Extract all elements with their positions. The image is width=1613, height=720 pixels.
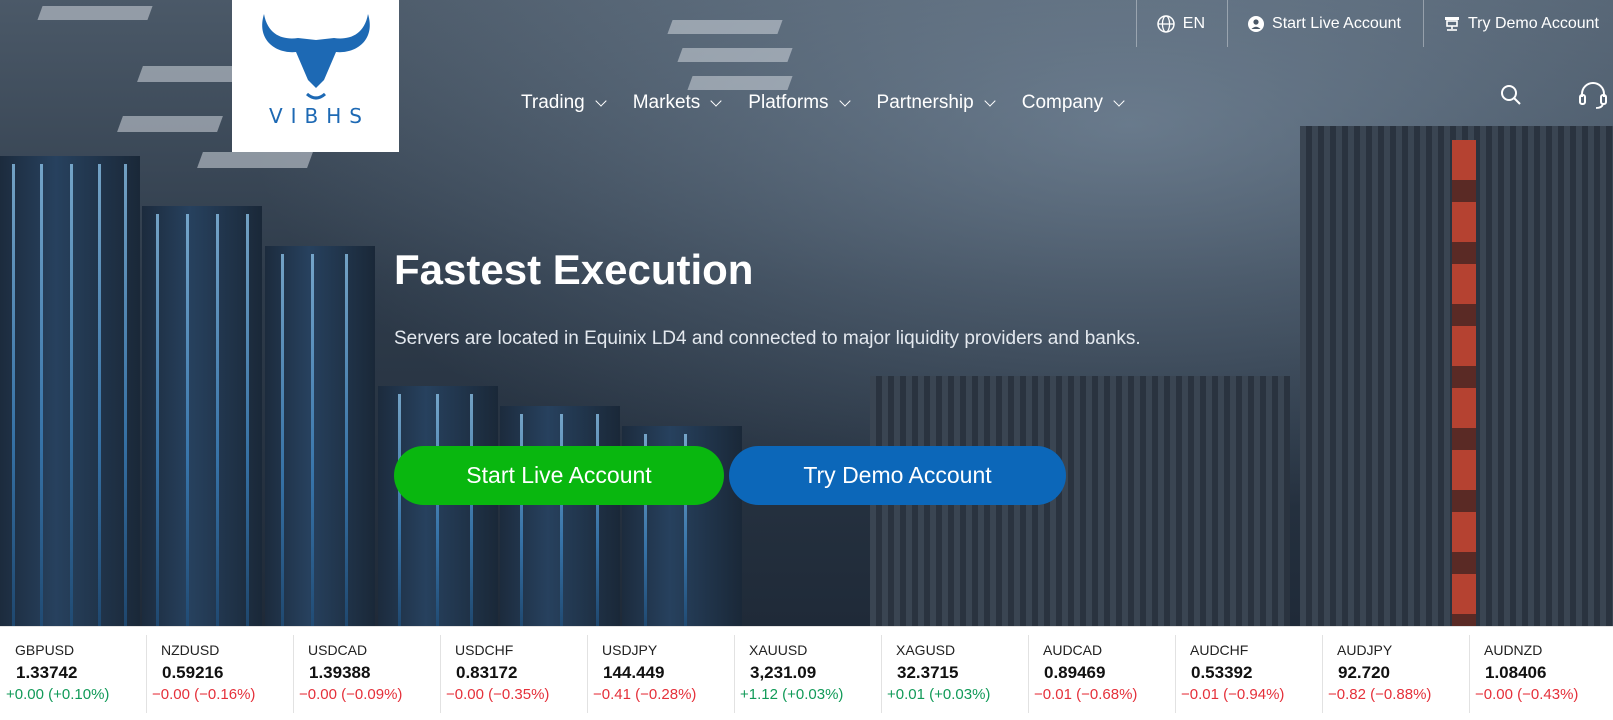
hero-title: Fastest Execution	[394, 246, 754, 293]
nav-item-label: Company	[1021, 92, 1104, 113]
ticker-item-usdcad[interactable]: USDCAD 1.39388 −0.00 (−0.09%)	[294, 635, 441, 713]
ticker-change: −0.00 (−0.16%)	[152, 686, 256, 703]
ticker-symbol: AUDNZD	[1484, 642, 1543, 658]
top-demo-account-label: Try Demo Account	[1467, 14, 1599, 32]
ticker-change: −0.41 (−0.28%)	[593, 686, 697, 703]
nav-item-markets[interactable]: Markets	[632, 92, 722, 114]
ticker-change: −0.00 (−0.35%)	[446, 686, 550, 703]
language-label: EN	[1182, 14, 1206, 32]
bull-logo-icon	[261, 14, 370, 100]
nav-item-company[interactable]: Company	[1021, 92, 1125, 114]
ticker-price: 3,231.09	[750, 663, 817, 682]
ticker-item-gbpusd[interactable]: GBPUSD 1.33742 +0.00 (+0.10%)	[0, 635, 147, 713]
chevron-down-icon	[984, 94, 996, 107]
nav-item-partnership[interactable]: Partnership	[876, 92, 996, 114]
ticker-price: 92.720	[1338, 663, 1390, 682]
nav-item-trading[interactable]: Trading	[521, 92, 607, 114]
ticker-symbol: AUDJPY	[1337, 642, 1393, 658]
search-icon[interactable]	[1500, 84, 1522, 106]
ticker-price: 0.89469	[1044, 663, 1106, 682]
chevron-down-icon	[595, 94, 607, 107]
ticker-price: 1.39388	[309, 663, 371, 682]
ticker-symbol: AUDCAD	[1043, 642, 1103, 658]
ticker-item-audjpy[interactable]: AUDJPY 92.720 −0.82 (−0.88%)	[1323, 635, 1470, 713]
ticker-item-audnzd[interactable]: AUDNZD 1.08406 −0.00 (−0.43%)	[1470, 635, 1613, 713]
hero-subtitle: Servers are located in Equinix LD4 and c…	[394, 328, 1141, 349]
ticker-symbol: GBPUSD	[15, 642, 75, 658]
ticker-symbol: XAGUSD	[896, 642, 956, 658]
nav-item-label: Partnership	[876, 92, 974, 113]
ticker-change: +1.12 (+0.03%)	[740, 686, 844, 703]
brand-logo[interactable]: VIBHS	[232, 0, 399, 152]
chevron-down-icon	[1113, 94, 1125, 107]
ticker-price: 144.449	[603, 663, 665, 682]
ticker-item-xauusd[interactable]: XAUUSD 3,231.09 +1.12 (+0.03%)	[735, 635, 882, 713]
ticker-item-xagusd[interactable]: XAGUSD 32.3715 +0.01 (+0.03%)	[882, 635, 1029, 713]
ticker-price: 0.53392	[1191, 663, 1253, 682]
headset-support-icon[interactable]	[1578, 80, 1608, 110]
ticker-symbol: XAUUSD	[749, 642, 808, 658]
ticker-change: +0.01 (+0.03%)	[887, 686, 991, 703]
main-nav: Trading Markets Platforms Partnership Co…	[521, 92, 1151, 114]
ticker-item-audchf[interactable]: AUDCHF 0.53392 −0.01 (−0.94%)	[1176, 635, 1323, 713]
ticker-change: −0.82 (−0.88%)	[1328, 686, 1432, 703]
ticker-symbol: AUDCHF	[1190, 642, 1249, 658]
ticker-symbol: USDJPY	[602, 642, 658, 658]
nav-item-label: Platforms	[748, 92, 829, 113]
ticker-price: 1.33742	[16, 663, 78, 682]
ticker-change: −0.00 (−0.09%)	[299, 686, 403, 703]
price-ticker: GBPUSD 1.33742 +0.00 (+0.10%) NZDUSD 0.5…	[0, 626, 1613, 720]
ticker-price: 0.59216	[162, 663, 224, 682]
chevron-down-icon	[838, 94, 851, 107]
ticker-change: −0.01 (−0.94%)	[1181, 686, 1285, 703]
globe-icon	[1157, 14, 1175, 33]
ticker-change: +0.00 (+0.10%)	[6, 686, 110, 703]
ticker-change: −0.01 (−0.68%)	[1034, 686, 1138, 703]
try-demo-account-button[interactable]: Try Demo Account	[729, 446, 1066, 505]
ticker-change: −0.00 (−0.43%)	[1475, 686, 1579, 703]
user-icon	[1248, 15, 1265, 32]
nav-item-label: Markets	[632, 92, 701, 113]
brand-name: VIBHS	[268, 104, 371, 128]
ticker-price: 0.83172	[456, 663, 518, 682]
top-live-account-link[interactable]: Start Live Account	[1227, 0, 1423, 47]
ticker-symbol: USDCHF	[455, 642, 514, 658]
ticker-item-nzdusd[interactable]: NZDUSD 0.59216 −0.00 (−0.16%)	[147, 635, 294, 713]
ticker-price: 1.08406	[1485, 663, 1547, 682]
chevron-down-icon	[710, 94, 722, 107]
ticker-item-usdchf[interactable]: USDCHF 0.83172 −0.00 (−0.35%)	[441, 635, 588, 713]
nav-item-label: Trading	[521, 92, 585, 113]
start-live-account-button[interactable]: Start Live Account	[394, 446, 724, 505]
top-demo-account-link[interactable]: Try Demo Account	[1422, 0, 1613, 47]
ticker-price: 32.3715	[897, 663, 959, 682]
monitor-icon	[1444, 16, 1459, 31]
nav-item-platforms[interactable]: Platforms	[748, 92, 851, 114]
top-utility-bar: EN Start Live Account Try Demo Account	[1135, 0, 1613, 47]
language-selector[interactable]: EN	[1135, 0, 1227, 47]
top-live-account-label: Start Live Account	[1272, 14, 1401, 32]
ticker-item-usdjpy[interactable]: USDJPY 144.449 −0.41 (−0.28%)	[588, 635, 735, 713]
ticker-item-audcad[interactable]: AUDCAD 0.89469 −0.01 (−0.68%)	[1029, 635, 1176, 713]
ticker-symbol: NZDUSD	[161, 642, 220, 658]
ticker-symbol: USDCAD	[308, 642, 368, 658]
